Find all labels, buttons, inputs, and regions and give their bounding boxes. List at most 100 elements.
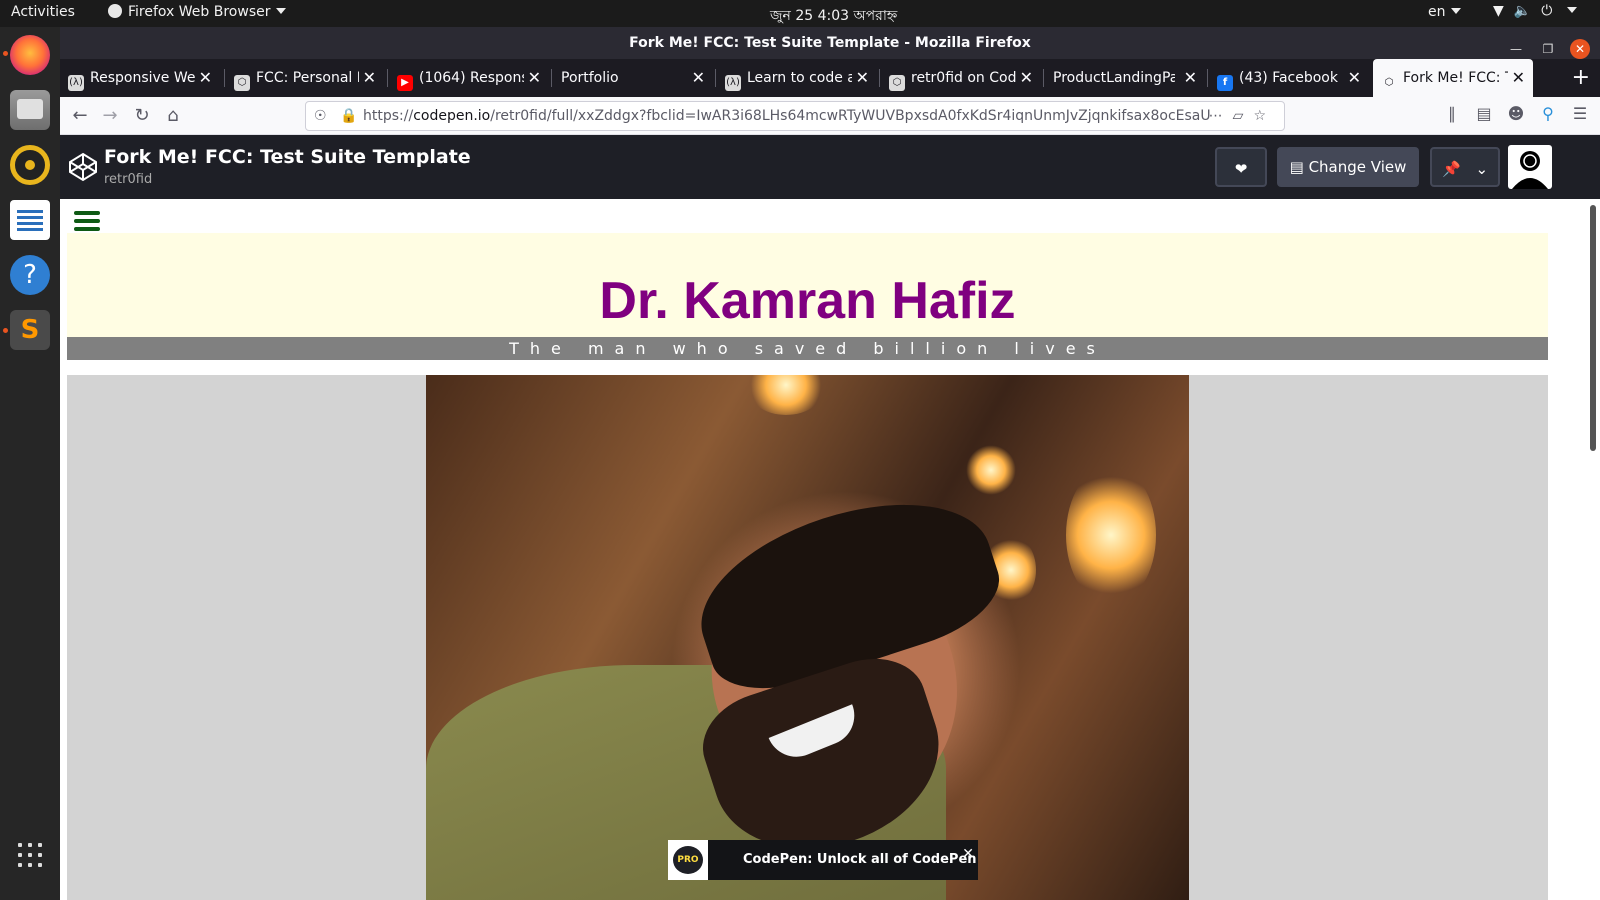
codepen-icon: ⬡ bbox=[234, 75, 250, 91]
running-indicator bbox=[3, 51, 8, 56]
show-applications-icon[interactable] bbox=[18, 843, 42, 867]
tab-label: Responsive Web bbox=[90, 70, 195, 86]
profile-photo bbox=[426, 375, 1189, 900]
pro-banner-text: CodePen: Unlock all of CodePen bbox=[743, 852, 977, 867]
close-tab-icon[interactable]: ✕ bbox=[199, 59, 212, 97]
tab-responsive-web[interactable]: (λ) Responsive Web ✕ bbox=[60, 59, 220, 97]
app-menu[interactable]: Firefox Web Browser bbox=[108, 4, 286, 20]
hamburger-menu-icon[interactable] bbox=[74, 211, 100, 231]
tab-strip: (λ)Responsive Web✕ ⬡FCC: Personal Po✕ ▶(… bbox=[60, 59, 1600, 97]
rhythmbox-icon[interactable] bbox=[10, 145, 50, 185]
pro-badge: PRO bbox=[668, 840, 708, 880]
photo-section bbox=[67, 375, 1548, 900]
bookmark-star-icon[interactable]: ☆ bbox=[1253, 108, 1276, 124]
close-tab-icon[interactable]: ✕ bbox=[1020, 59, 1033, 97]
running-indicator bbox=[3, 328, 8, 333]
tab-youtube[interactable]: ▶ (1064) Responsi ✕ bbox=[389, 59, 549, 97]
tab-label: Learn to code at bbox=[747, 70, 852, 86]
firefox-small-icon bbox=[108, 4, 122, 18]
tagline: The man who saved billion lives bbox=[67, 337, 1548, 360]
facebook-icon: f bbox=[1217, 75, 1233, 91]
account-icon[interactable]: ☻ bbox=[1504, 104, 1528, 123]
close-tab-icon[interactable]: ✕ bbox=[1512, 59, 1525, 97]
minimize-icon[interactable]: — bbox=[1506, 39, 1526, 59]
freecodecamp-icon: (λ) bbox=[725, 75, 741, 91]
app-menu-label: Firefox Web Browser bbox=[128, 4, 271, 20]
window-titlebar[interactable]: Fork Me! FCC: Test Suite Template - Mozi… bbox=[60, 27, 1600, 59]
tab-label: FCC: Personal Po bbox=[256, 70, 359, 86]
tab-portfolio[interactable]: Portfolio ✕ bbox=[553, 59, 713, 97]
page-title: Dr. Kamran Hafiz bbox=[599, 272, 1016, 330]
library-icon[interactable]: ∥ bbox=[1440, 104, 1464, 123]
close-tab-icon[interactable]: ✕ bbox=[856, 59, 869, 97]
lock-icon[interactable]: 🔒 bbox=[340, 102, 357, 130]
url-text: https://codepen.io/retr0fid/full/xxZddgx… bbox=[363, 108, 1211, 124]
more-actions-icon[interactable]: ⋯ bbox=[1209, 108, 1233, 124]
scrollbar[interactable] bbox=[1590, 205, 1596, 451]
close-tab-icon[interactable]: ✕ bbox=[1348, 59, 1361, 97]
avatar-image bbox=[1512, 151, 1548, 189]
tab-learn-to-code[interactable]: (λ) Learn to code at ✕ bbox=[717, 59, 877, 97]
page-viewport: Dr. Kamran Hafiz The man who saved billi… bbox=[60, 199, 1600, 900]
tab-label: Portfolio bbox=[561, 70, 619, 86]
system-top-bar: Activities Firefox Web Browser জুন 25 4:… bbox=[0, 0, 1600, 27]
tab-fcc-personal[interactable]: ⬡ FCC: Personal Po✕ bbox=[226, 59, 384, 97]
close-icon[interactable]: ✕ bbox=[962, 844, 974, 864]
toolbar-right: ∥ ▤ ☻ ⚲ ☰ bbox=[1432, 104, 1592, 123]
close-tab-icon[interactable]: ✕ bbox=[528, 59, 541, 97]
language-label: en bbox=[1428, 4, 1446, 20]
tab-label: ProductLandingPa bbox=[1053, 70, 1175, 86]
forward-icon[interactable]: → bbox=[98, 104, 122, 128]
extension-icon[interactable]: ⚲ bbox=[1536, 104, 1560, 123]
chevron-down-icon[interactable]: ⌄ bbox=[1475, 160, 1488, 178]
home-icon[interactable]: ⌂ bbox=[161, 104, 185, 128]
pin-button[interactable]: 📌 ⌄ bbox=[1430, 147, 1500, 187]
caret-down-icon bbox=[1450, 8, 1461, 14]
clock[interactable]: জুন 25 4:03 অপরাহ্ন bbox=[770, 4, 897, 28]
pen-username[interactable]: retr0fid bbox=[104, 172, 152, 187]
new-tab-icon[interactable]: + bbox=[1572, 59, 1590, 97]
language-indicator[interactable]: en bbox=[1428, 4, 1461, 20]
power-icon: ⏻ bbox=[1541, 3, 1553, 19]
address-bar[interactable]: ☉ 🔒 https://codepen.io/retr0fid/full/xxZ… bbox=[305, 101, 1285, 131]
back-icon[interactable]: ← bbox=[68, 104, 92, 128]
close-tab-icon[interactable]: ✕ bbox=[363, 59, 376, 97]
tab-retr0fid-codepen[interactable]: ⬡ retr0fid on Code ✕ bbox=[881, 59, 1041, 97]
menu-icon[interactable]: ☰ bbox=[1568, 104, 1592, 123]
dock: ? S bbox=[0, 27, 60, 900]
activities-button[interactable]: Activities bbox=[11, 4, 75, 20]
tab-product-landing[interactable]: ProductLandingPa ✕ bbox=[1045, 59, 1205, 97]
codepen-pro-banner[interactable]: PRO CodePen: Unlock all of CodePen ✕ bbox=[668, 840, 978, 880]
heart-icon: ❤ bbox=[1234, 160, 1248, 178]
close-tab-icon[interactable]: ✕ bbox=[1184, 59, 1197, 97]
system-status-menu[interactable]: ▼ 🔈 ⏻ bbox=[1493, 3, 1587, 19]
libreoffice-writer-icon[interactable] bbox=[10, 200, 50, 240]
change-view-button[interactable]: ▤ Change View bbox=[1277, 147, 1419, 187]
firefox-icon[interactable] bbox=[10, 35, 50, 75]
page-actions: ⋯▱☆ bbox=[1209, 102, 1276, 130]
caret-down-icon bbox=[275, 8, 286, 14]
sidebar-icon[interactable]: ▤ bbox=[1472, 104, 1496, 123]
heart-button[interactable]: ❤ bbox=[1215, 147, 1267, 187]
user-avatar[interactable] bbox=[1508, 145, 1552, 189]
tab-facebook[interactable]: f (43) Facebook ✕ bbox=[1209, 59, 1369, 97]
reload-icon[interactable]: ↻ bbox=[130, 104, 154, 128]
change-view-label: Change View bbox=[1308, 158, 1407, 176]
codepen-logo-icon[interactable] bbox=[68, 152, 98, 182]
close-window-icon[interactable]: ✕ bbox=[1570, 39, 1590, 59]
tab-fork-me-active[interactable]: ⬡ Fork Me! FCC: Te✕ bbox=[1373, 59, 1533, 97]
close-tab-icon[interactable]: ✕ bbox=[692, 59, 705, 97]
pen-title[interactable]: Fork Me! FCC: Test Suite Template bbox=[104, 146, 471, 168]
wifi-icon: ▼ bbox=[1493, 3, 1504, 19]
maximize-icon[interactable]: ❐ bbox=[1538, 39, 1558, 59]
tracking-shield-icon[interactable]: ☉ bbox=[314, 102, 327, 130]
pocket-icon[interactable]: ▱ bbox=[1233, 108, 1254, 124]
sublime-text-icon[interactable]: S bbox=[10, 310, 50, 350]
tab-label: Fork Me! FCC: Te bbox=[1403, 70, 1508, 86]
files-icon[interactable] bbox=[10, 90, 50, 130]
tab-label: retr0fid on Code bbox=[911, 70, 1016, 86]
navigation-toolbar: ← → ↻ ⌂ ☉ 🔒 https://codepen.io/retr0fid/… bbox=[60, 97, 1600, 135]
help-icon[interactable]: ? bbox=[10, 255, 50, 295]
view-icon: ▤ bbox=[1289, 158, 1304, 176]
pin-icon: 📌 bbox=[1441, 160, 1461, 178]
